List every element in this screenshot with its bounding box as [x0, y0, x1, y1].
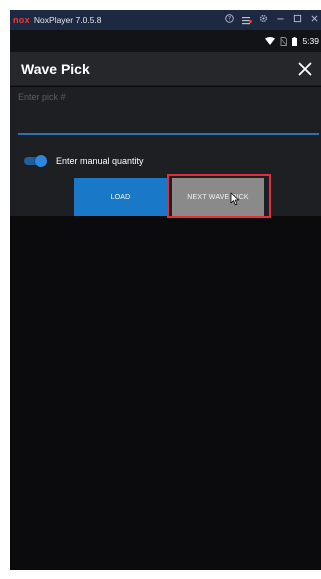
menu-icon[interactable] — [241, 16, 252, 25]
emulator-window: nox NoxPlayer 7.0.5.8 ? 5:39 Wave Pick E… — [10, 10, 321, 570]
status-time: 5:39 — [302, 36, 319, 46]
wifi-icon — [265, 37, 276, 45]
battery-icon — [292, 36, 298, 46]
next-wave-pick-label: NEXT WAVE PICK — [187, 193, 249, 201]
emulator-title-bar: nox NoxPlayer 7.0.5.8 ? — [10, 10, 321, 30]
nox-logo: nox — [13, 15, 30, 25]
settings-gear-icon[interactable] — [258, 10, 268, 30]
pick-number-input[interactable] — [18, 91, 319, 135]
notification-dot-icon — [249, 19, 252, 23]
close-button[interactable] — [293, 57, 317, 81]
load-button-label: LOAD — [110, 193, 131, 201]
next-wave-pick-button[interactable]: NEXT WAVE PICK — [172, 178, 264, 216]
svg-text:?: ? — [227, 17, 230, 23]
toggle-thumb — [35, 155, 47, 167]
app-toolbar: Wave Pick — [10, 52, 321, 86]
manual-quantity-row: Enter manual quantity — [24, 153, 144, 169]
manual-quantity-label: Enter manual quantity — [56, 156, 144, 166]
help-icon[interactable]: ? — [224, 10, 234, 30]
minimize-icon[interactable] — [275, 10, 285, 30]
page-title: Wave Pick — [21, 60, 90, 77]
maximize-icon[interactable] — [292, 10, 302, 30]
manual-quantity-toggle[interactable] — [24, 155, 48, 167]
wave-pick-form: Enter manual quantity LOAD NEXT WAVE PIC… — [10, 87, 321, 218]
close-icon — [298, 62, 312, 76]
emulator-title: NoxPlayer 7.0.5.8 — [33, 15, 102, 25]
android-status-bar: 5:39 — [10, 30, 321, 52]
load-button[interactable]: LOAD — [74, 178, 167, 216]
window-close-icon[interactable] — [309, 10, 319, 30]
emulator-window-controls: ? — [224, 10, 319, 30]
no-sim-icon — [280, 36, 288, 46]
